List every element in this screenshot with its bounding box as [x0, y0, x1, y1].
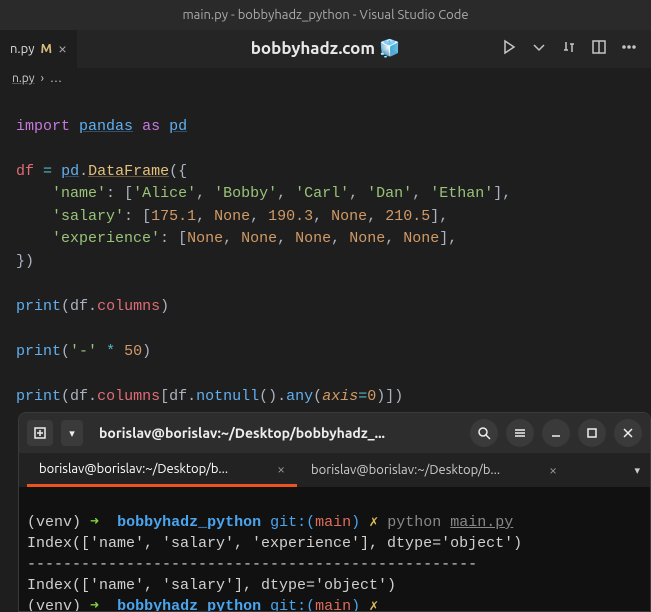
- terminal-tab-label: borislav@borislav:~/Desktop/b...: [39, 462, 269, 476]
- tab-modified-marker: M: [40, 42, 52, 56]
- run-icon[interactable]: [501, 39, 517, 59]
- more-icon[interactable]: [621, 39, 637, 59]
- terminal-tab-bar: borislav@borislav:~/Desktop/b... × boris…: [19, 453, 650, 487]
- minimize-button[interactable]: [542, 419, 570, 447]
- terminal-tab[interactable]: borislav@borislav:~/Desktop/b... ×: [27, 453, 297, 487]
- close-button[interactable]: [614, 419, 642, 447]
- close-icon[interactable]: ×: [277, 461, 285, 477]
- split-editor-icon[interactable]: [591, 39, 607, 59]
- compare-icon[interactable]: [561, 39, 577, 59]
- terminal-window: ▾ borislav@borislav:~/Desktop/bobbyhadz_…: [18, 412, 651, 612]
- window-title: main.py - bobbyhadz_python - Visual Stud…: [182, 8, 468, 22]
- new-tab-button[interactable]: [27, 420, 53, 446]
- tab-filename: n.py: [10, 42, 34, 56]
- menu-button[interactable]: [506, 419, 534, 447]
- terminal-tab[interactable]: borislav@borislav:~/Desktop/b... ×: [299, 453, 569, 487]
- editor-tab[interactable]: n.py M ×: [0, 30, 77, 68]
- maximize-button[interactable]: [578, 419, 606, 447]
- cube-icon: 🧊: [379, 39, 400, 58]
- code-editor[interactable]: import pandas as pd df = pd.DataFrame({ …: [0, 89, 651, 412]
- breadcrumb[interactable]: n.py › …: [0, 68, 651, 89]
- breadcrumb-more[interactable]: …: [50, 72, 62, 85]
- terminal-title: borislav@borislav:~/Desktop/bobbyhadz_..…: [91, 425, 462, 441]
- chevron-down-icon[interactable]: [531, 39, 547, 59]
- terminal-tab-label: borislav@borislav:~/Desktop/b...: [311, 463, 541, 477]
- watermark-label: bobbyhadz.com 🧊: [251, 39, 401, 59]
- tab-dropdown-button[interactable]: ▾: [61, 420, 83, 446]
- chevron-right-icon: ›: [41, 72, 44, 85]
- tabs-overflow-button[interactable]: ▾: [624, 453, 650, 487]
- editor-tab-bar: n.py M × bobbyhadz.com 🧊: [0, 30, 651, 68]
- breadcrumb-file[interactable]: n.py: [12, 72, 35, 85]
- terminal-titlebar: ▾ borislav@borislav:~/Desktop/bobbyhadz_…: [19, 413, 650, 453]
- close-icon[interactable]: ×: [58, 40, 67, 58]
- search-button[interactable]: [470, 419, 498, 447]
- close-icon[interactable]: ×: [549, 462, 557, 478]
- terminal-output[interactable]: (venv) ➜ bobbyhadz_python git:(main) ✗ p…: [19, 487, 650, 612]
- window-title-bar: main.py - bobbyhadz_python - Visual Stud…: [0, 0, 651, 30]
